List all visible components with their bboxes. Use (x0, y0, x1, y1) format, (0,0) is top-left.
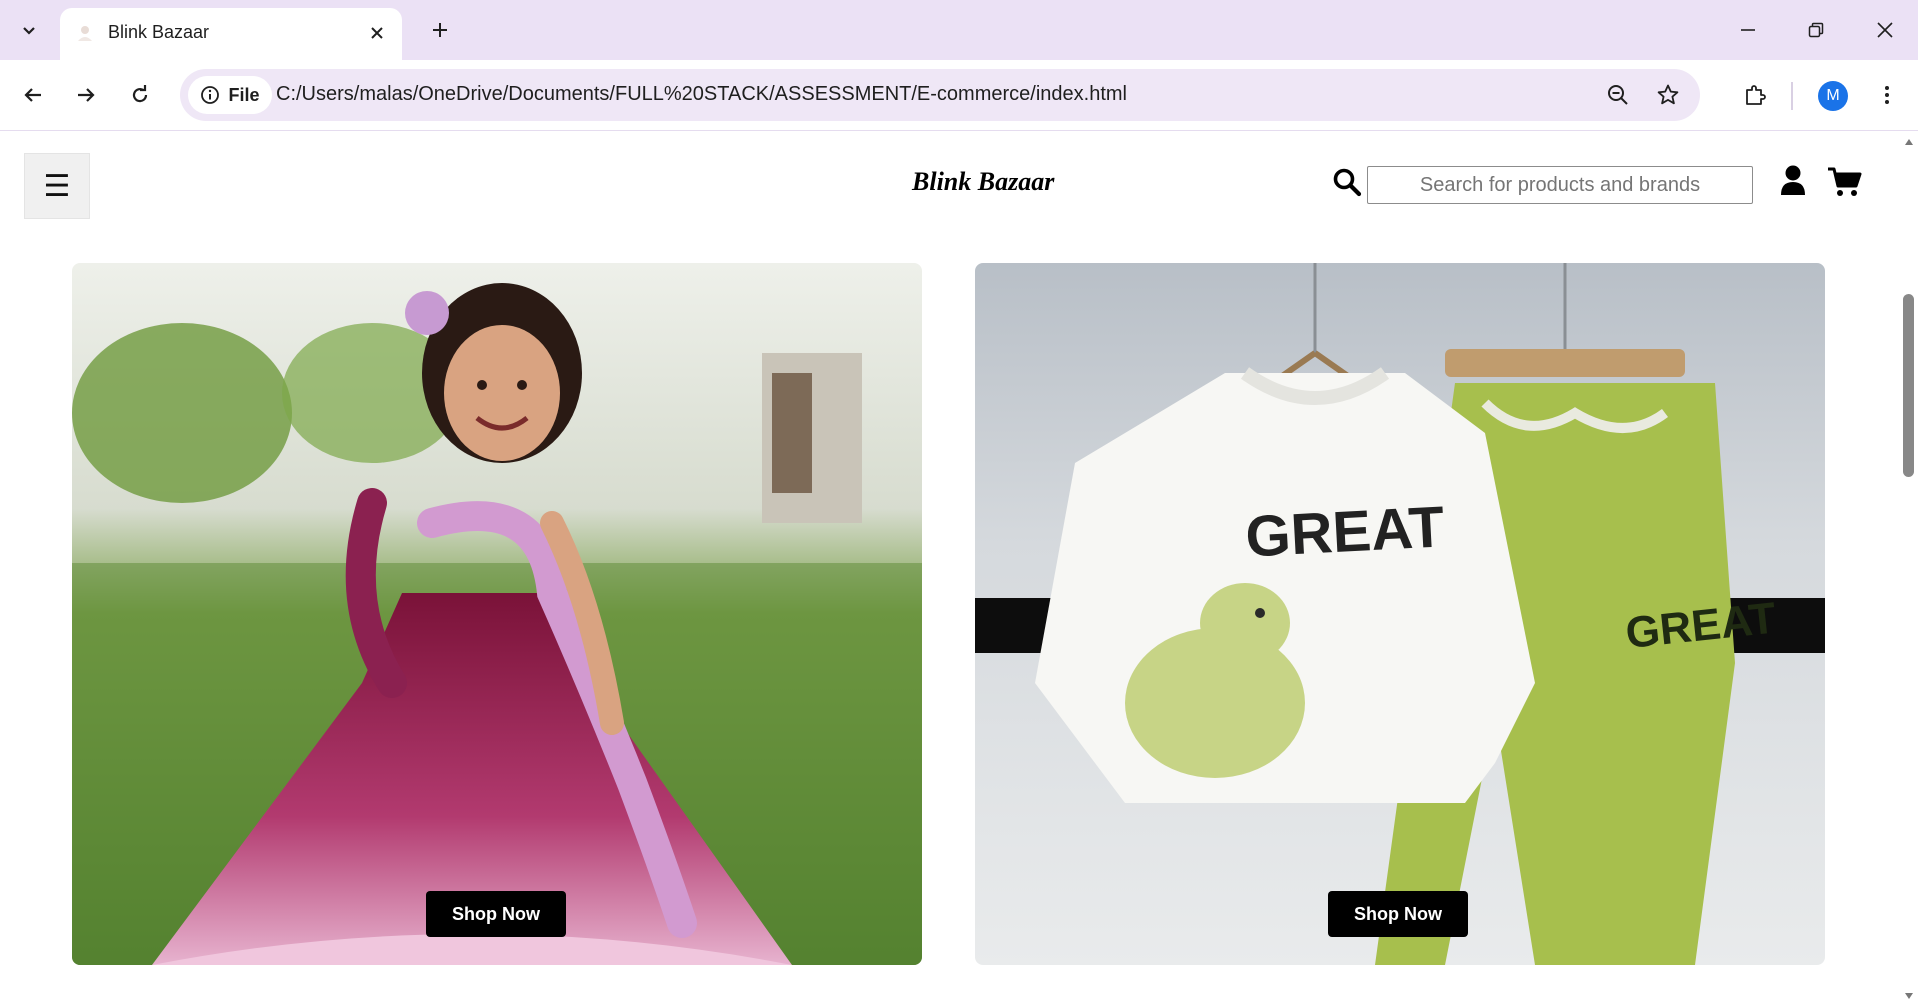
product-card-dino-set[interactable]: GREAT GREAT Shop Now (975, 263, 1825, 965)
page-scrollbar[interactable] (1900, 131, 1918, 1006)
cart-icon[interactable] (1828, 166, 1862, 198)
bookmark-button[interactable] (1654, 81, 1682, 109)
arrow-right-icon (78, 88, 95, 102)
chevron-down-icon (23, 27, 35, 35)
girl-in-pink-gown-image (72, 263, 922, 965)
scroll-down-icon[interactable] (1904, 991, 1914, 1001)
great-dino-sweatshirt-and-joggers-image: GREAT GREAT (975, 263, 1825, 965)
more-vertical-icon (1885, 86, 1889, 104)
scroll-up-icon[interactable] (1904, 137, 1914, 147)
site-header: ☰ Blink Bazaar (0, 131, 1900, 236)
browser-tab-strip: Blink Bazaar (0, 0, 1918, 60)
product-card-gown[interactable]: Shop Now (72, 263, 922, 965)
page-favicon-icon (78, 26, 92, 41)
plus-icon (433, 23, 447, 37)
page-viewport: ☰ Blink Bazaar Search for products and b… (0, 131, 1918, 1006)
restore-button[interactable] (1791, 10, 1841, 50)
menu-button[interactable]: ☰ (24, 153, 90, 219)
close-icon (1877, 22, 1893, 38)
site-logo[interactable]: Blink Bazaar (912, 167, 1054, 197)
site-info-chip[interactable]: File (188, 76, 272, 114)
scrollbar-thumb[interactable] (1903, 294, 1914, 477)
close-icon (371, 27, 383, 39)
minimize-button[interactable] (1723, 10, 1773, 50)
shop-now-button[interactable]: Shop Now (426, 891, 566, 937)
new-tab-button[interactable] (424, 14, 456, 46)
browser-menu-button[interactable] (1868, 76, 1906, 114)
profile-avatar[interactable]: M (1818, 81, 1848, 111)
file-chip-label: File (228, 84, 260, 105)
minimize-icon (1741, 29, 1755, 31)
tab-close-button[interactable] (364, 20, 390, 46)
puzzle-icon (1746, 85, 1766, 105)
search-icon[interactable] (1332, 167, 1362, 197)
svg-text:GREAT: GREAT (1244, 494, 1446, 569)
restore-icon (1808, 22, 1824, 38)
user-icon[interactable] (1780, 165, 1806, 197)
toolbar-divider (1791, 82, 1793, 110)
reload-button[interactable] (121, 76, 159, 114)
back-button[interactable] (14, 76, 52, 114)
shop-now-button[interactable]: Shop Now (1328, 891, 1468, 937)
menu-icon: ☰ (43, 169, 71, 203)
browser-toolbar: File C:/Users/malas/OneDrive/Documents/F… (0, 60, 1918, 131)
address-bar[interactable]: File C:/Users/malas/OneDrive/Documents/F… (180, 69, 1700, 121)
extensions-button[interactable] (1736, 76, 1774, 114)
arrow-left-icon (24, 88, 41, 102)
tab-search-button[interactable] (10, 12, 48, 48)
search-input[interactable] (1367, 166, 1753, 204)
active-tab[interactable]: Blink Bazaar (60, 8, 402, 60)
reload-icon (132, 85, 148, 103)
zoom-out-icon (1608, 85, 1628, 105)
info-icon (201, 86, 220, 104)
close-window-button[interactable] (1860, 10, 1910, 50)
url-text[interactable]: C:/Users/malas/OneDrive/Documents/FULL%2… (276, 83, 1127, 106)
star-icon (1657, 84, 1679, 105)
forward-button[interactable] (67, 76, 105, 114)
tab-title: Blink Bazaar (108, 22, 210, 42)
zoom-button[interactable] (1604, 81, 1632, 109)
